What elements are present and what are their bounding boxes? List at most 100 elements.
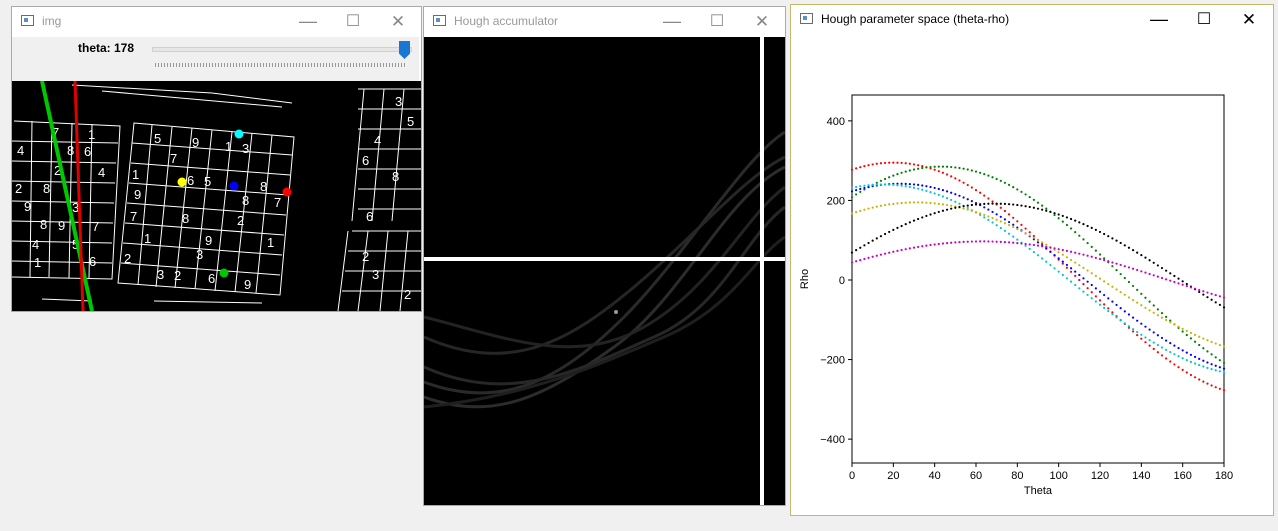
data-point bbox=[1185, 329, 1188, 332]
data-point bbox=[1082, 223, 1085, 226]
maximize-button[interactable]: ☐ bbox=[330, 7, 376, 37]
data-point bbox=[1123, 310, 1126, 313]
data-point bbox=[1098, 257, 1102, 261]
data-point bbox=[863, 186, 866, 190]
data-point bbox=[1007, 224, 1011, 227]
data-point bbox=[995, 213, 998, 216]
minimize-button[interactable]: — bbox=[649, 7, 695, 37]
svg-text:3: 3 bbox=[196, 247, 203, 262]
data-point bbox=[1086, 293, 1089, 297]
data-point bbox=[1020, 204, 1023, 207]
plot-titlebar[interactable]: Hough parameter space (theta-rho) — ☐ ✕ bbox=[791, 5, 1273, 35]
data-point bbox=[991, 200, 994, 203]
close-button[interactable]: ✕ bbox=[375, 7, 421, 37]
data-point bbox=[1007, 203, 1011, 206]
data-point bbox=[1028, 243, 1031, 246]
data-point bbox=[950, 241, 953, 244]
theta-trackbar-thumb[interactable] bbox=[399, 41, 410, 59]
data-point bbox=[1185, 284, 1188, 288]
data-point bbox=[941, 165, 945, 168]
svg-text:8: 8 bbox=[242, 193, 249, 208]
data-point bbox=[1165, 339, 1168, 342]
data-point bbox=[896, 202, 899, 205]
data-point bbox=[1107, 297, 1110, 300]
svg-text:9: 9 bbox=[192, 135, 199, 150]
data-point bbox=[941, 189, 945, 192]
data-point bbox=[1123, 322, 1126, 325]
data-point bbox=[974, 188, 978, 192]
img-window[interactable]: img — ☐ ✕ theta: 178 7 1 4 8 6 2 4 2 8 9… bbox=[11, 6, 422, 312]
data-point bbox=[859, 259, 862, 262]
data-point bbox=[1061, 214, 1064, 218]
data-point bbox=[945, 241, 949, 245]
data-point bbox=[1082, 282, 1085, 286]
data-point bbox=[1119, 319, 1122, 322]
data-point bbox=[1090, 291, 1093, 294]
minimize-button[interactable]: — bbox=[285, 7, 331, 37]
theta-trackbar-track[interactable] bbox=[152, 47, 412, 52]
data-point bbox=[1210, 384, 1213, 387]
data-point bbox=[933, 186, 936, 190]
data-point bbox=[1222, 371, 1226, 374]
accumulator-window[interactable]: Hough accumulator — ☐ ✕ bbox=[423, 6, 786, 506]
data-point bbox=[962, 181, 965, 184]
data-point bbox=[1136, 251, 1139, 254]
data-point bbox=[1198, 290, 1201, 294]
data-point bbox=[1045, 243, 1048, 246]
window-title: Hough accumulator bbox=[454, 14, 559, 28]
data-point bbox=[1140, 254, 1143, 257]
data-point bbox=[1119, 307, 1122, 310]
data-point bbox=[1152, 304, 1155, 307]
data-point bbox=[1036, 238, 1040, 242]
maximize-button[interactable]: ☐ bbox=[694, 7, 740, 37]
data-point bbox=[1078, 278, 1081, 282]
data-point bbox=[1156, 308, 1159, 311]
data-point bbox=[1189, 360, 1193, 363]
data-point bbox=[921, 166, 924, 170]
data-point bbox=[1103, 293, 1106, 297]
data-point bbox=[921, 245, 924, 248]
accumulator-titlebar[interactable]: Hough accumulator — ☐ ✕ bbox=[424, 7, 785, 37]
close-button[interactable]: ✕ bbox=[1226, 5, 1272, 35]
data-point bbox=[1214, 386, 1217, 389]
data-point bbox=[1218, 366, 1221, 369]
maximize-button[interactable]: ☐ bbox=[1181, 5, 1227, 35]
data-point bbox=[1065, 256, 1069, 259]
svg-text:2: 2 bbox=[15, 181, 22, 196]
data-point bbox=[945, 165, 949, 168]
accumulator-canvas bbox=[424, 37, 785, 505]
img-titlebar[interactable]: img — ☐ ✕ bbox=[12, 7, 421, 37]
data-point bbox=[1160, 266, 1164, 270]
data-point bbox=[983, 216, 986, 219]
svg-text:1: 1 bbox=[144, 231, 151, 246]
data-point bbox=[1086, 241, 1089, 245]
detected-line-red bbox=[73, 81, 85, 311]
data-point bbox=[1103, 303, 1106, 306]
data-point bbox=[867, 241, 870, 245]
data-point bbox=[1189, 353, 1193, 356]
svg-text:8: 8 bbox=[260, 179, 267, 194]
data-point bbox=[855, 260, 858, 263]
data-point bbox=[1222, 367, 1226, 370]
data-point bbox=[1202, 337, 1205, 340]
minimize-button[interactable]: — bbox=[1136, 5, 1182, 35]
svg-text:7: 7 bbox=[130, 209, 137, 224]
data-point bbox=[1173, 274, 1176, 278]
plot-window[interactable]: Hough parameter space (theta-rho) — ☐ ✕ … bbox=[790, 4, 1274, 516]
data-point bbox=[855, 189, 858, 192]
data-point bbox=[999, 226, 1002, 230]
data-point bbox=[908, 247, 911, 250]
close-button[interactable]: ✕ bbox=[739, 7, 785, 37]
data-point bbox=[1115, 288, 1118, 291]
svg-text:1: 1 bbox=[267, 235, 274, 250]
data-point bbox=[1115, 303, 1118, 307]
data-point bbox=[937, 165, 940, 168]
data-point bbox=[1160, 312, 1164, 315]
data-point bbox=[1041, 208, 1044, 211]
data-point bbox=[979, 212, 982, 215]
data-point bbox=[1206, 350, 1209, 353]
data-point bbox=[1165, 348, 1168, 351]
data-point bbox=[958, 166, 961, 170]
marker-yellow bbox=[177, 177, 187, 187]
data-point bbox=[925, 166, 928, 169]
